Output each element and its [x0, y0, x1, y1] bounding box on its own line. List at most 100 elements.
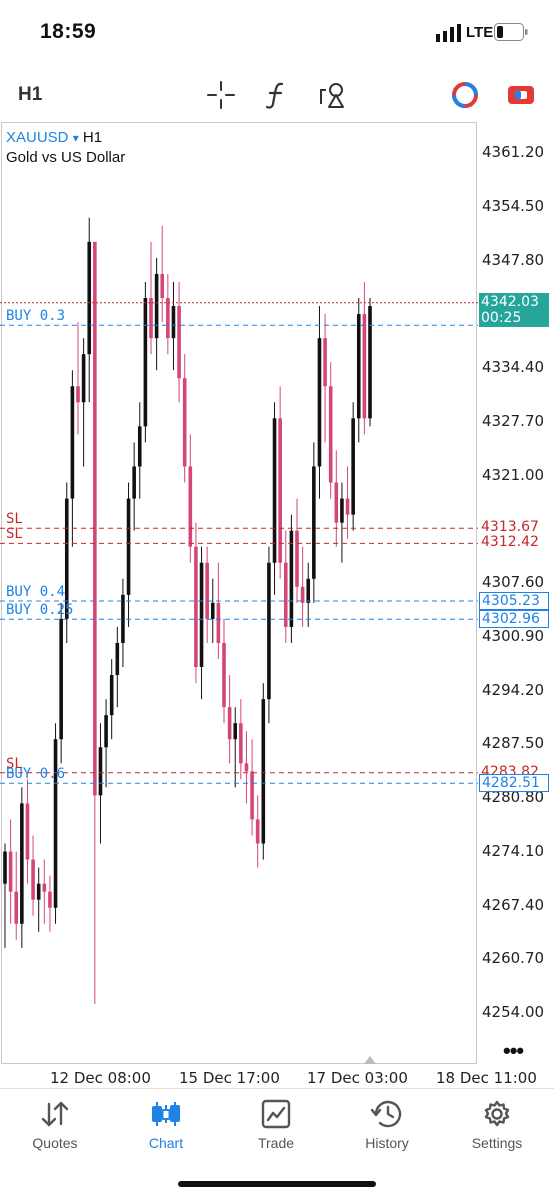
gear-icon	[484, 1100, 510, 1127]
candle	[272, 402, 277, 595]
candle	[194, 522, 198, 684]
candle	[300, 546, 305, 627]
candle	[177, 281, 181, 403]
network-type: LTE	[466, 24, 494, 41]
nav-settings[interactable]: Settings	[447, 1099, 547, 1151]
time-label-1: 12 Dec 08:00	[50, 1069, 151, 1087]
candle	[171, 281, 176, 371]
trade-chart-icon	[261, 1099, 291, 1129]
crosshair-icon[interactable]	[206, 80, 236, 110]
candle	[149, 241, 153, 355]
candle	[255, 795, 260, 868]
candle	[8, 819, 13, 924]
candle	[87, 217, 92, 403]
trade-label-buy[interactable]: BUY 0.25	[6, 602, 73, 618]
candle	[368, 298, 372, 427]
candle	[160, 225, 165, 323]
nav-quotes[interactable]: Quotes	[5, 1099, 105, 1151]
candle	[109, 659, 114, 740]
one-click-trade-icon[interactable]	[506, 80, 536, 110]
trade-price-badge: 4312.42	[479, 534, 549, 553]
signal-icon	[436, 24, 461, 42]
trade-label-buy[interactable]: BUY 0.3	[6, 308, 65, 324]
objects-icon[interactable]	[318, 80, 348, 110]
candle	[143, 281, 148, 443]
trade-label-sl[interactable]: SL	[6, 511, 23, 527]
nav-label: Settings	[471, 1135, 523, 1151]
price-tick-label: 4354.50	[482, 196, 545, 215]
price-tick-label: 4327.70	[482, 411, 545, 430]
trade-label-sl[interactable]: SL	[6, 526, 23, 542]
trade-price-badge: 4305.23	[479, 592, 549, 610]
current-price-badge: 4342.03 00:25	[479, 292, 549, 327]
candle	[25, 779, 30, 884]
candle	[199, 546, 204, 700]
price-tick-label: 4267.40	[482, 895, 545, 914]
bar-timer: 00:25	[481, 309, 522, 326]
price-tick-label: 4287.50	[482, 734, 545, 753]
trade-label-buy[interactable]: BUY 0.4	[6, 584, 65, 600]
home-indicator	[178, 1181, 376, 1187]
candle	[356, 298, 361, 443]
battery-icon	[494, 23, 528, 41]
nav-label: Chart	[148, 1135, 184, 1151]
candle	[115, 626, 120, 708]
candle	[76, 322, 80, 435]
candle	[289, 514, 294, 643]
candle	[14, 851, 19, 940]
candle	[93, 241, 97, 1004]
candle	[323, 314, 327, 443]
candle	[222, 618, 226, 724]
candle	[244, 731, 249, 804]
candle	[334, 450, 339, 547]
candle	[121, 578, 125, 668]
candle	[227, 675, 232, 764]
price-tick-label: 4260.70	[482, 949, 545, 968]
nav-label: Trade	[257, 1135, 295, 1151]
candle	[70, 370, 75, 547]
price-tick-label: 4321.00	[482, 465, 545, 484]
candle	[267, 546, 271, 724]
candle	[239, 699, 243, 780]
candles-icon	[152, 1102, 180, 1126]
candle	[283, 530, 288, 643]
candlestick-chart[interactable]	[0, 122, 554, 1088]
candle	[328, 362, 333, 499]
trade-price-badge: 4302.96	[479, 610, 549, 629]
more-options-icon[interactable]: •••	[503, 1038, 524, 1064]
candle	[312, 442, 316, 603]
nav-history[interactable]: History	[337, 1099, 437, 1151]
candle	[317, 306, 322, 499]
candle	[42, 859, 47, 924]
symbol-dropdown-arrow[interactable]: ▾	[73, 131, 79, 145]
symbol-timeframe: H1	[82, 129, 103, 146]
history-clock-icon	[370, 1100, 402, 1128]
candle	[154, 257, 159, 371]
candle	[137, 402, 142, 499]
candle	[126, 482, 131, 627]
candle	[362, 281, 367, 435]
price-tick-label: 4254.00	[482, 1003, 545, 1021]
scroll-marker-icon[interactable]	[364, 1056, 376, 1064]
price-tick-label: 4347.80	[482, 250, 545, 269]
symbol-header[interactable]: XAUUSD ▾ H1	[6, 129, 102, 146]
price-tick-label: 4334.40	[482, 358, 545, 376]
nav-chart[interactable]: Chart	[116, 1099, 216, 1151]
trade-recorder-icon[interactable]	[450, 80, 480, 110]
price-tick-label: 4294.20	[482, 680, 545, 699]
timeframe-button[interactable]: H1	[18, 84, 42, 106]
candle	[81, 338, 86, 467]
candle	[261, 683, 266, 860]
candle	[205, 546, 209, 643]
trade-price-badge: 4282.51	[479, 774, 549, 793]
candle	[166, 273, 170, 355]
candle	[306, 562, 311, 627]
candle	[31, 835, 35, 916]
trade-label-buy[interactable]: BUY 0.6	[6, 766, 65, 782]
candle	[59, 602, 63, 764]
candle	[233, 707, 238, 788]
candle	[295, 498, 299, 603]
candle	[48, 875, 52, 932]
function-icon[interactable]	[262, 80, 292, 110]
nav-trade[interactable]: Trade	[226, 1099, 326, 1151]
